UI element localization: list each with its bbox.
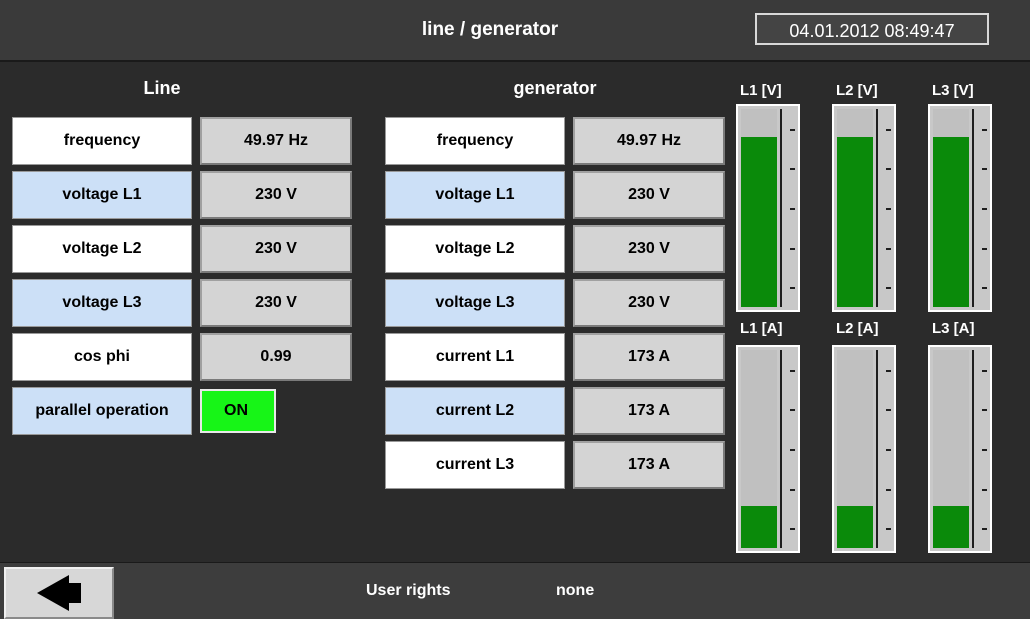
- gen-current-l2-value: 173 A: [573, 387, 725, 435]
- scale-tick: [790, 128, 795, 131]
- scale-tick: [886, 168, 891, 171]
- user-rights-value: none: [556, 582, 595, 599]
- gen-voltage-l3-label: voltage L3: [385, 279, 565, 327]
- line-cos-phi-value: 0.99: [200, 333, 352, 381]
- parallel-operation-status: ON: [200, 389, 276, 433]
- current-bar-l1-fill: [741, 506, 777, 548]
- line-voltage-l2-value: 230 V: [200, 225, 352, 273]
- current-bar-l1: [736, 345, 800, 553]
- gen-voltage-l2-label: voltage L2: [385, 225, 565, 273]
- user-rights-label: User rights: [366, 582, 451, 599]
- scale-tick: [790, 409, 795, 412]
- back-button[interactable]: [4, 567, 114, 619]
- current-bar-l2: [832, 345, 896, 553]
- generator-heading: generator: [513, 78, 597, 98]
- title-bar: line / generator 04.01.2012 08:49:47: [0, 0, 1030, 62]
- voltage-bar-l3-fill: [933, 136, 969, 307]
- gen-current-l3-label: current L3: [385, 441, 565, 489]
- gen-current-l2-label: current L2: [385, 387, 565, 435]
- bar-label-l2-a: L2 [A]: [836, 320, 879, 337]
- gen-voltage-l1-label: voltage L1: [385, 171, 565, 219]
- voltage-bar-l2: [832, 104, 896, 312]
- voltage-bar-l2-fill: [837, 136, 873, 307]
- voltage-bar-l2-scale: [876, 109, 891, 307]
- scale-tick: [790, 488, 795, 491]
- line-frequency-value: 49.97 Hz: [200, 117, 352, 165]
- scale-tick: [982, 128, 987, 131]
- line-heading: Line: [143, 78, 181, 98]
- scale-tick: [886, 128, 891, 131]
- scale-tick: [982, 449, 987, 451]
- voltage-bar-l3-scale: [972, 109, 987, 307]
- line-voltage-l3-label: voltage L3: [12, 279, 192, 327]
- footer-bar: User rights none: [0, 562, 1030, 619]
- scale-tick: [886, 409, 891, 412]
- screen: line / generator 04.01.2012 08:49:47 Lin…: [0, 0, 1030, 619]
- scale-tick: [886, 528, 891, 531]
- current-bar-l3-scale: [972, 350, 987, 548]
- scale-tick: [982, 168, 987, 171]
- current-bar-l3-fill: [933, 506, 969, 548]
- line-voltage-l2-label: voltage L2: [12, 225, 192, 273]
- scale-tick: [982, 247, 987, 250]
- current-bar-l3: [928, 345, 992, 553]
- scale-tick: [790, 369, 795, 372]
- gen-voltage-l1-value: 230 V: [573, 171, 725, 219]
- gen-frequency-value: 49.97 Hz: [573, 117, 725, 165]
- gen-current-l1-label: current L1: [385, 333, 565, 381]
- scale-tick: [790, 449, 795, 451]
- line-voltage-l3-value: 230 V: [200, 279, 352, 327]
- scale-tick: [886, 449, 891, 451]
- scale-tick: [982, 409, 987, 412]
- scale-tick: [790, 247, 795, 250]
- gen-frequency-label: frequency: [385, 117, 565, 165]
- scale-tick: [886, 208, 891, 210]
- bar-label-l1-a: L1 [A]: [740, 320, 783, 337]
- gen-current-l1-value: 173 A: [573, 333, 725, 381]
- scale-tick: [982, 287, 987, 290]
- scale-tick: [886, 369, 891, 372]
- scale-tick: [982, 208, 987, 210]
- voltage-bar-l1-fill: [741, 136, 777, 307]
- current-bar-l2-fill: [837, 506, 873, 548]
- back-arrow-icon: [37, 575, 81, 611]
- line-frequency-label: frequency: [12, 117, 192, 165]
- bar-label-l2-v: L2 [V]: [836, 82, 878, 99]
- parallel-operation-label: parallel operation: [12, 387, 192, 435]
- gen-voltage-l3-value: 230 V: [573, 279, 725, 327]
- scale-tick: [790, 287, 795, 290]
- scale-tick: [790, 528, 795, 531]
- line-voltage-l1-label: voltage L1: [12, 171, 192, 219]
- voltage-bar-l1-scale: [780, 109, 795, 307]
- line-cos-phi-label: cos phi: [12, 333, 192, 381]
- gen-current-l3-value: 173 A: [573, 441, 725, 489]
- voltage-bar-l1: [736, 104, 800, 312]
- scale-tick: [790, 208, 795, 210]
- line-voltage-l1-value: 230 V: [200, 171, 352, 219]
- bar-label-l3-a: L3 [A]: [932, 320, 975, 337]
- gen-voltage-l2-value: 230 V: [573, 225, 725, 273]
- current-bar-l2-scale: [876, 350, 891, 548]
- bar-label-l3-v: L3 [V]: [932, 82, 974, 99]
- scale-tick: [790, 168, 795, 171]
- datetime-display: 04.01.2012 08:49:47: [755, 13, 989, 45]
- bar-label-l1-v: L1 [V]: [740, 82, 782, 99]
- scale-tick: [982, 528, 987, 531]
- scale-tick: [886, 247, 891, 250]
- scale-tick: [982, 488, 987, 491]
- scale-tick: [982, 369, 987, 372]
- scale-tick: [886, 287, 891, 290]
- voltage-bar-l3: [928, 104, 992, 312]
- current-bar-l1-scale: [780, 350, 795, 548]
- scale-tick: [886, 488, 891, 491]
